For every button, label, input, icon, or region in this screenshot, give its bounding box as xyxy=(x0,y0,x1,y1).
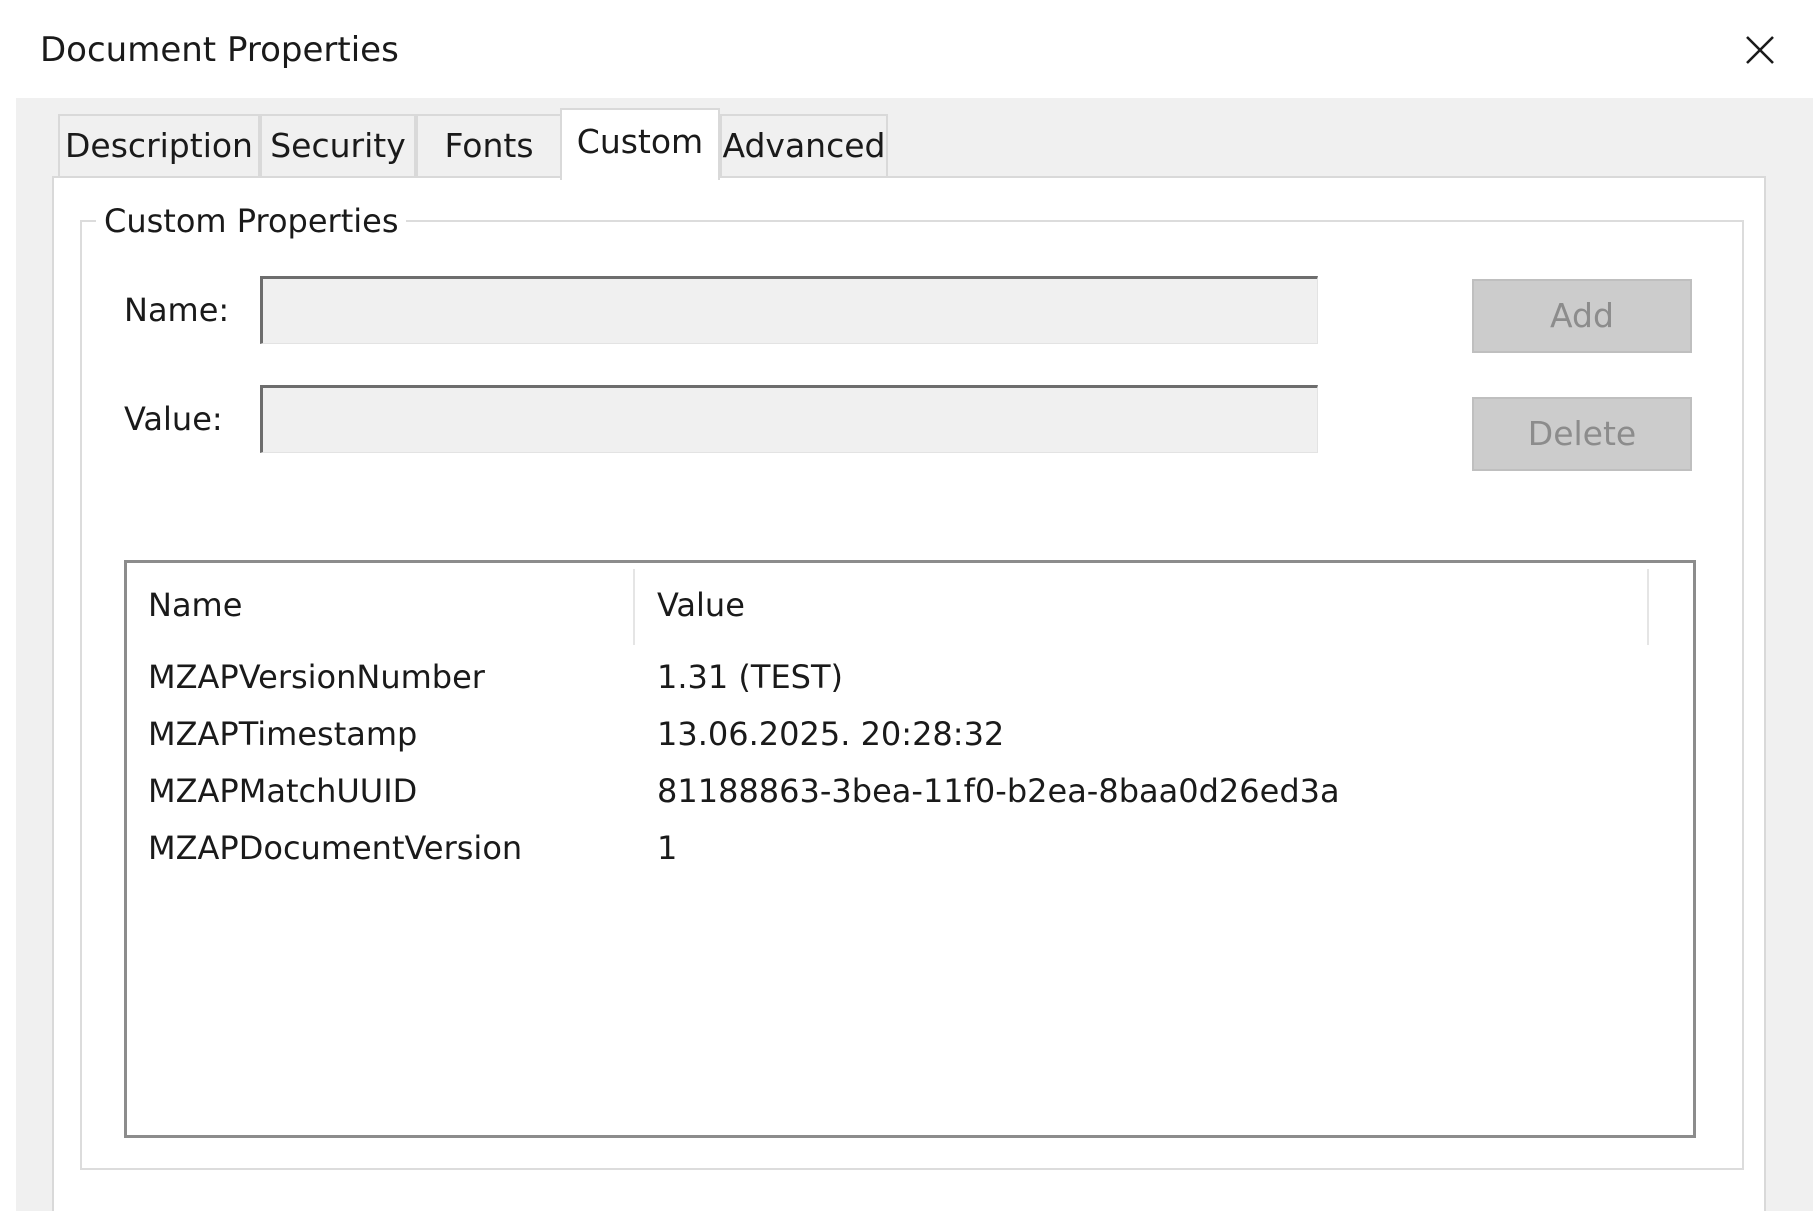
row-value: 81188863-3bea-11f0-b2ea-8baa0d26ed3a xyxy=(657,772,1340,810)
list-row[interactable]: MZAPTimestamp 13.06.2025. 20:28:32 xyxy=(127,706,1693,763)
row-name: MZAPDocumentVersion xyxy=(148,829,523,867)
row-value: 1.31 (TEST) xyxy=(657,658,844,696)
value-label: Value: xyxy=(124,400,223,438)
tab-fonts[interactable]: Fonts xyxy=(416,114,562,176)
dialog-title: Document Properties xyxy=(40,30,399,70)
column-header-name[interactable]: Name xyxy=(148,563,628,645)
tab-security[interactable]: Security xyxy=(260,114,416,176)
list-row[interactable]: MZAPDocumentVersion 1 xyxy=(127,820,1693,877)
name-label: Name: xyxy=(124,291,230,329)
row-name: MZAPMatchUUID xyxy=(148,772,418,810)
row-value: 1 xyxy=(657,829,678,867)
custom-properties-list[interactable]: Name Value MZAPVersionNumber 1.31 (TEST)… xyxy=(124,560,1696,1138)
row-name: MZAPTimestamp xyxy=(148,715,418,753)
column-divider[interactable] xyxy=(633,569,635,645)
row-value: 13.06.2025. 20:28:32 xyxy=(657,715,1005,753)
value-input[interactable] xyxy=(260,385,1318,453)
name-input[interactable] xyxy=(260,276,1318,344)
tab-advanced[interactable]: Advanced xyxy=(720,114,888,176)
column-divider[interactable] xyxy=(1647,569,1649,645)
close-icon xyxy=(1746,36,1774,64)
add-button[interactable]: Add xyxy=(1472,279,1692,353)
list-header: Name Value xyxy=(127,563,1693,645)
custom-properties-title: Custom Properties xyxy=(96,200,407,242)
list-row[interactable]: MZAPVersionNumber 1.31 (TEST) xyxy=(127,649,1693,706)
column-header-value[interactable]: Value xyxy=(657,563,1657,645)
close-button[interactable] xyxy=(1734,24,1786,76)
tab-description[interactable]: Description xyxy=(58,114,260,176)
tab-custom[interactable]: Custom xyxy=(560,108,720,180)
row-name: MZAPVersionNumber xyxy=(148,658,485,696)
delete-button[interactable]: Delete xyxy=(1472,397,1692,471)
document-properties-dialog: Document Properties Description Security… xyxy=(0,0,1813,1211)
list-row[interactable]: MZAPMatchUUID 81188863-3bea-11f0-b2ea-8b… xyxy=(127,763,1693,820)
